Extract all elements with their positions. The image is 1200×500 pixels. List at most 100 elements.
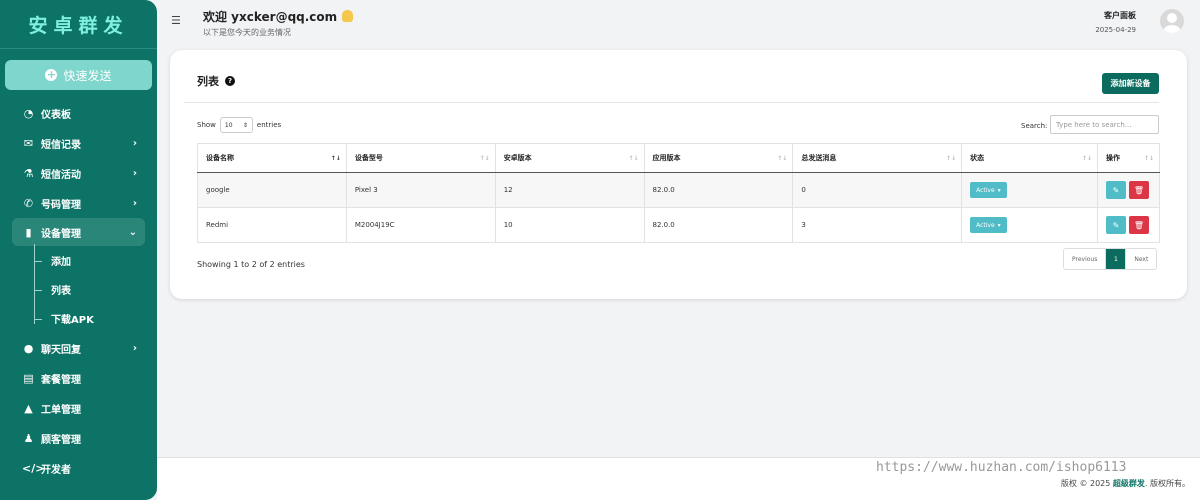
status-dropdown-button[interactable]: Active ▾: [970, 182, 1007, 198]
sidebar-item-label: 开发者: [41, 464, 71, 476]
search-label: Search:: [1021, 122, 1048, 130]
hamburger-menu-icon[interactable]: ☰: [171, 14, 181, 27]
sidebar-subitem-download-apk[interactable]: 下载APK: [0, 304, 157, 333]
flask-icon: ⚗: [23, 166, 34, 180]
sidebar-item-label: 工单管理: [41, 404, 81, 416]
mobile-icon: ▮: [25, 225, 32, 239]
devices-table: 设备名称 ↑↓ 设备型号 ↑↓ 安卓版本 ↑↓ 应用版本 ↑↓ 总发送消息 ↑↓ 状态 ↑↓…: [197, 143, 1161, 243]
phone-icon: ✆: [23, 196, 34, 210]
pagination-previous[interactable]: Previous: [1064, 249, 1107, 269]
column-header-total-sent[interactable]: 总发送消息 ↑↓: [792, 143, 963, 173]
status-dropdown-button[interactable]: Active ▾: [970, 217, 1007, 233]
sidebar: 安卓群发 + 快速发送 ◔ 仪表板 ✉ 短信记录 › ⚗ 短信活动 › ✆ 号码…: [0, 0, 157, 500]
file-icon: ▤: [23, 371, 34, 385]
sort-icon: ↑↓: [1081, 155, 1092, 162]
sort-icon: ↑↓: [946, 155, 957, 162]
table-row: Redmi M2004J19C 10 82.0.0 3 Active ▾ ✎ 🗑: [197, 207, 1161, 243]
sidebar-item-label: 顾客管理: [41, 434, 81, 446]
sidebar-item-numbers[interactable]: ✆ 号码管理 ›: [0, 188, 157, 218]
avatar[interactable]: [1160, 9, 1184, 33]
add-device-button[interactable]: 添加新设备: [1102, 73, 1159, 94]
delete-button[interactable]: 🗑: [1128, 181, 1149, 199]
code-icon: </>: [22, 461, 45, 475]
edit-button[interactable]: ✎: [1105, 216, 1126, 234]
envelope-icon: ✉: [23, 136, 34, 150]
copyright-brand-link[interactable]: 超级群发: [1113, 479, 1145, 488]
sidebar-item-tickets[interactable]: ▲ 工单管理: [0, 393, 157, 423]
cell-android-version: 10: [494, 207, 645, 243]
cell-app-version: 82.0.0: [643, 207, 794, 243]
dashboard-icon: ◔: [23, 106, 34, 120]
sidebar-item-devices[interactable]: ▮ 设备管理 ⌄: [12, 218, 145, 246]
edit-button[interactable]: ✎: [1105, 181, 1126, 199]
pagination: Previous 1 Next: [1063, 248, 1158, 270]
column-header-device-name[interactable]: 设备名称 ↑↓: [197, 143, 347, 173]
pagination-next[interactable]: Next: [1126, 249, 1156, 269]
sidebar-item-chat-reply[interactable]: ● 聊天回复 ›: [0, 333, 157, 363]
chevron-right-icon: ›: [132, 197, 137, 209]
trash-icon: 🗑: [1133, 185, 1145, 195]
sort-icon: ↑↓: [1143, 155, 1154, 162]
sort-icon: ↑↓: [777, 155, 788, 162]
table-header-row: 设备名称 ↑↓ 设备型号 ↑↓ 安卓版本 ↑↓ 应用版本 ↑↓ 总发送消息 ↑↓ 状态 ↑↓…: [197, 143, 1161, 173]
cell-total-sent: 3: [792, 207, 963, 243]
chevron-right-icon: ›: [132, 137, 137, 149]
sidebar-item-label: 聊天回复: [41, 344, 81, 356]
column-header-app-version[interactable]: 应用版本 ↑↓: [643, 143, 794, 173]
delete-button[interactable]: 🗑: [1128, 216, 1149, 234]
help-icon[interactable]: ?: [225, 76, 235, 86]
copyright-prefix: 版权 © 2025: [1060, 479, 1111, 488]
sidebar-subitem-list[interactable]: 列表: [0, 275, 157, 304]
entries-label: entries: [256, 121, 282, 129]
column-header-actions[interactable]: 操作 ↑↓: [1096, 143, 1161, 173]
card-title-text: 列表: [197, 75, 219, 88]
select-arrows-icon: ⇕: [242, 121, 248, 129]
cell-device-name: google: [197, 172, 347, 208]
caret-down-icon: ▾: [997, 221, 1001, 229]
chevron-right-icon: ›: [132, 167, 137, 179]
sidebar-item-developer[interactable]: </> 开发者: [0, 453, 157, 483]
table-info: Showing 1 to 2 of 2 entries: [197, 260, 305, 269]
caret-down-icon: ▾: [997, 186, 1001, 194]
sidebar-item-label: 号码管理: [41, 199, 81, 211]
show-label: Show: [197, 121, 216, 129]
chevron-down-icon: ⌄: [128, 226, 137, 238]
cell-status: Active ▾: [961, 172, 1098, 208]
edit-icon: ✎: [1112, 185, 1120, 195]
search-input[interactable]: [1050, 115, 1159, 134]
column-header-device-model[interactable]: 设备型号 ↑↓: [345, 143, 496, 173]
customer-panel-info: 客户面板 2025-04-29: [1095, 10, 1136, 34]
cell-app-version: 82.0.0: [643, 172, 794, 208]
sidebar-item-sms-campaigns[interactable]: ⚗ 短信活动 ›: [0, 158, 157, 188]
quick-send-button[interactable]: + 快速发送: [5, 60, 152, 90]
sidebar-item-dashboard[interactable]: ◔ 仪表板: [0, 98, 157, 128]
table-row: google Pixel 3 12 82.0.0 0 Active ▾ ✎ 🗑: [197, 172, 1161, 208]
cell-status: Active ▾: [961, 207, 1098, 243]
sidebar-item-label: 短信活动: [41, 169, 81, 181]
cell-android-version: 12: [494, 172, 645, 208]
column-header-android-version[interactable]: 安卓版本 ↑↓: [494, 143, 645, 173]
sort-icon: ↑↓: [479, 155, 490, 162]
sidebar-item-sms-records[interactable]: ✉ 短信记录 ›: [0, 128, 157, 158]
cell-actions: ✎ 🗑: [1096, 172, 1161, 208]
sidebar-item-label: 套餐管理: [41, 374, 81, 386]
brand-logo[interactable]: 安卓群发: [0, 0, 157, 49]
entries-value: 10: [224, 121, 233, 129]
entries-select[interactable]: 10 ⇕: [219, 117, 253, 133]
copyright-suffix: . 版权所有。: [1144, 479, 1190, 488]
column-header-status[interactable]: 状态 ↑↓: [961, 143, 1098, 173]
pagination-page-1[interactable]: 1: [1106, 249, 1127, 269]
cell-actions: ✎ 🗑: [1096, 207, 1161, 243]
sidebar-subitem-add[interactable]: 添加: [0, 246, 157, 275]
sort-icon: ↑↓: [628, 155, 639, 162]
cell-device-name: Redmi: [197, 207, 347, 243]
card-title: 列表 ?: [197, 73, 235, 89]
panel-title: 客户面板: [1104, 11, 1136, 20]
sidebar-item-label: 短信记录: [41, 139, 81, 151]
sidebar-item-plans[interactable]: ▤ 套餐管理: [0, 363, 157, 393]
watermark-text: https://www.huzhan.com/ishop6113: [876, 460, 1127, 475]
trash-icon: 🗑: [1133, 220, 1145, 230]
device-list-card: 列表 ? 添加新设备 Show 10 ⇕ entries Search: 设备名…: [170, 50, 1187, 299]
sidebar-item-customers[interactable]: ♟ 顾客管理: [0, 423, 157, 453]
divider: [184, 102, 1159, 103]
